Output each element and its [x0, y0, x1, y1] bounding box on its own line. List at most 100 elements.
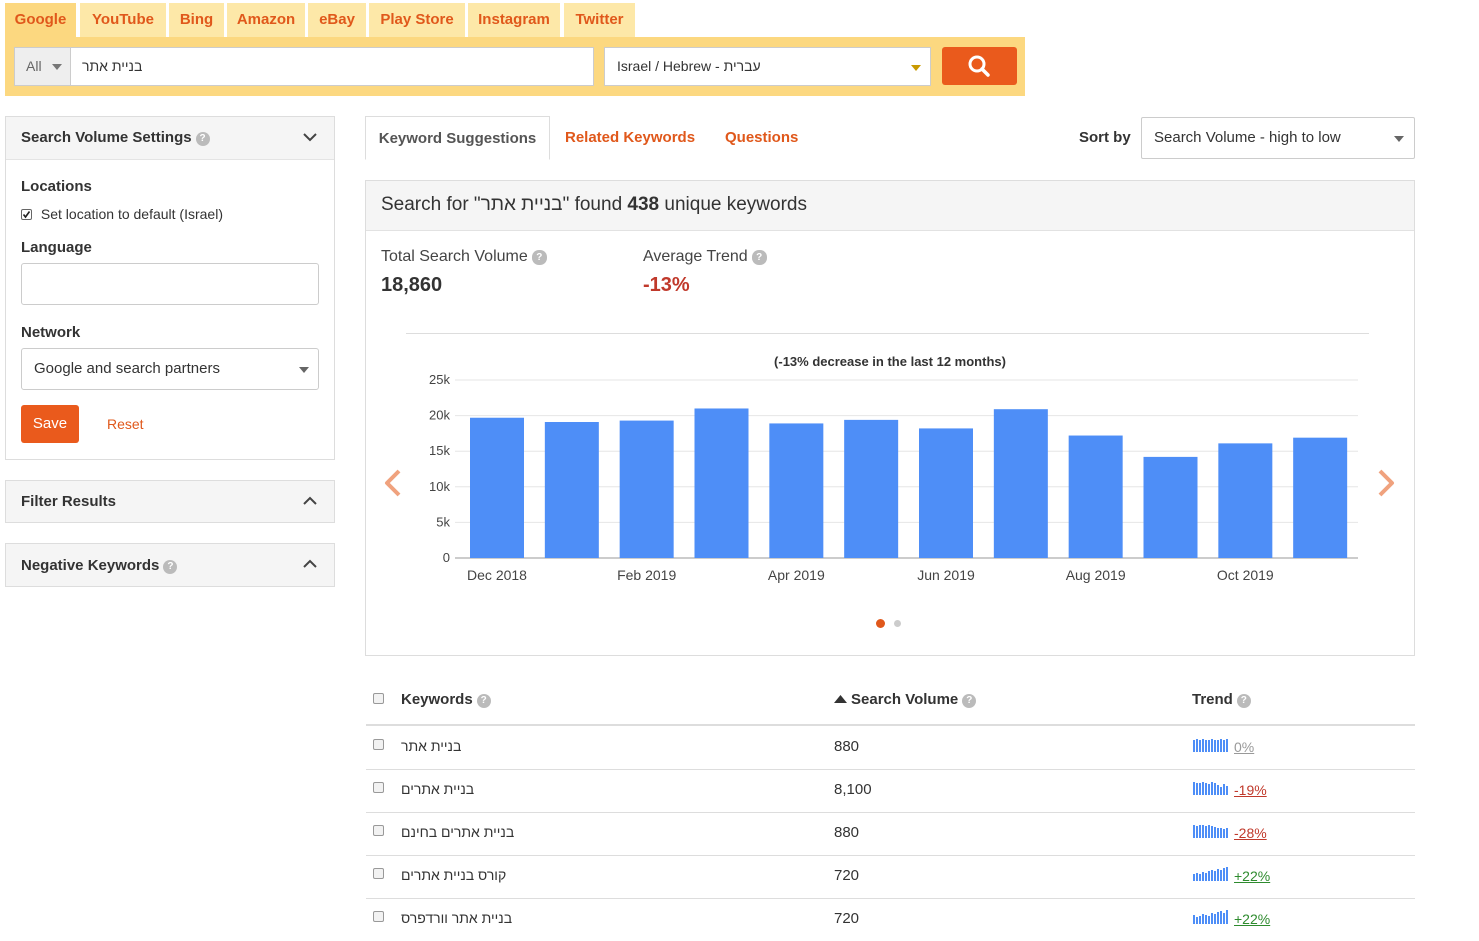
- table-row[interactable]: בניית אתרים 8,100 -19%: [366, 769, 1415, 813]
- chart-bar[interactable]: [993, 409, 1048, 558]
- keywords-column-header[interactable]: Keywords?: [401, 691, 491, 708]
- scope-select[interactable]: All: [14, 47, 71, 86]
- reset-link[interactable]: Reset: [107, 416, 144, 432]
- trend-value[interactable]: +22%: [1234, 911, 1270, 927]
- volume-value: 8,100: [834, 781, 872, 798]
- chart-bar[interactable]: [769, 423, 824, 558]
- keyword-text[interactable]: בניית אתר וורדפרס: [401, 910, 512, 926]
- trend-value[interactable]: 0%: [1234, 739, 1254, 755]
- table-row[interactable]: בניית אתר וורדפרס 720 +22%: [366, 898, 1415, 941]
- engine-tab-bing[interactable]: Bing: [169, 3, 224, 37]
- select-all-checkbox[interactable]: [373, 693, 384, 704]
- help-icon[interactable]: ?: [751, 250, 767, 265]
- language-input[interactable]: [21, 263, 319, 305]
- table-row[interactable]: קורס בניית אתרים 720 +22%: [366, 855, 1415, 899]
- panel-header[interactable]: Negative Keywords?: [6, 544, 334, 586]
- trend-value[interactable]: -19%: [1234, 782, 1267, 798]
- chevron-down-icon: [52, 64, 62, 70]
- row-checkbox[interactable]: [373, 825, 384, 836]
- chart-bar[interactable]: [694, 408, 749, 558]
- sort-select[interactable]: Search Volume - high to low: [1141, 117, 1415, 159]
- default-location-option[interactable]: Set location to default (Israel): [21, 206, 223, 222]
- chevron-down-icon: [299, 367, 309, 373]
- chart-bar[interactable]: [1143, 456, 1198, 558]
- save-button[interactable]: Save: [21, 405, 79, 443]
- chevron-right-icon[interactable]: [1375, 468, 1397, 498]
- chart-bar[interactable]: [544, 422, 599, 558]
- keyword-text[interactable]: בניית אתרים: [401, 781, 474, 797]
- x-tick-label: Dec 2018: [467, 567, 527, 583]
- row-checkbox[interactable]: [373, 868, 384, 879]
- chart-bar[interactable]: [619, 420, 674, 558]
- help-icon[interactable]: ?: [163, 560, 178, 574]
- summary-middle: " found: [562, 194, 628, 215]
- negative-keywords-panel[interactable]: Negative Keywords?: [5, 543, 335, 587]
- help-icon[interactable]: ?: [195, 132, 210, 146]
- chevron-up-icon[interactable]: [303, 559, 317, 569]
- chart-bar[interactable]: [1218, 443, 1273, 558]
- search-input[interactable]: בניית אתר: [70, 47, 594, 86]
- keyword-text[interactable]: בניית אתר: [401, 738, 461, 754]
- locations-label: Locations: [21, 178, 92, 195]
- chevron-up-icon[interactable]: [303, 496, 317, 506]
- trend-value[interactable]: +22%: [1234, 868, 1270, 884]
- keyword-text[interactable]: בניית אתרים בחינם: [401, 824, 514, 840]
- chart-bar[interactable]: [919, 428, 973, 558]
- engine-tab-ebay[interactable]: eBay: [308, 3, 366, 37]
- tab-keyword-suggestions[interactable]: Keyword Suggestions: [365, 116, 550, 160]
- chevron-left-icon[interactable]: [382, 468, 404, 498]
- help-icon[interactable]: ?: [531, 250, 547, 265]
- network-select[interactable]: Google and search partners: [21, 348, 319, 390]
- trend-column-header[interactable]: Trend?: [1192, 691, 1251, 708]
- carousel-dot[interactable]: [894, 620, 901, 627]
- sparkline-icon: [1193, 782, 1228, 795]
- volume-column-header[interactable]: Search Volume?: [834, 691, 977, 708]
- help-icon[interactable]: ?: [476, 694, 491, 708]
- help-icon[interactable]: ?: [1236, 694, 1251, 708]
- engine-tab-amazon[interactable]: Amazon: [227, 3, 305, 37]
- search-button[interactable]: [942, 47, 1017, 85]
- sparkline-bar: [1223, 913, 1225, 924]
- engine-tab-instagram[interactable]: Instagram: [468, 3, 560, 37]
- chevron-down-icon[interactable]: [303, 132, 317, 142]
- panel-header[interactable]: Search Volume Settings?: [6, 117, 334, 160]
- help-icon[interactable]: ?: [962, 694, 977, 708]
- sort-value: Search Volume - high to low: [1154, 129, 1341, 146]
- search-query: בניית אתר: [82, 58, 143, 74]
- filter-results-panel[interactable]: Filter Results: [5, 480, 335, 523]
- chart-y-ticks: 0 5k 10k 15k 20k 25k: [429, 372, 450, 565]
- engine-tab-twitter[interactable]: Twitter: [564, 3, 635, 37]
- table-row[interactable]: בניית אתרים בחינם 880 -28%: [366, 812, 1415, 856]
- volume-value: 880: [834, 738, 860, 755]
- chart-bar[interactable]: [844, 419, 899, 558]
- scope-value: All: [26, 58, 42, 74]
- default-location-checkbox[interactable]: [21, 209, 32, 220]
- row-checkbox[interactable]: [373, 782, 384, 793]
- sparkline-bar: [1193, 740, 1195, 752]
- engine-tab-play-store[interactable]: Play Store: [369, 3, 465, 37]
- chart-bar[interactable]: [1068, 435, 1123, 558]
- sparkline-bar: [1220, 739, 1222, 752]
- row-checkbox[interactable]: [373, 911, 384, 922]
- carousel-dot-active[interactable]: [876, 619, 885, 628]
- location-select[interactable]: Israel / Hebrew - עברית: [604, 47, 931, 86]
- trend-value[interactable]: -28%: [1234, 825, 1267, 841]
- sparkline-bar: [1214, 783, 1216, 795]
- tab-related-keywords[interactable]: Related Keywords: [565, 116, 695, 160]
- chart-bar[interactable]: [1293, 437, 1348, 558]
- summary-suffix: unique keywords: [659, 194, 807, 215]
- total-volume-value: 18,860: [381, 274, 443, 296]
- keyword-text[interactable]: קורס בניית אתרים: [401, 867, 506, 883]
- y-tick-label: 0: [443, 550, 450, 565]
- table-row[interactable]: בניית אתר 880 0%: [366, 726, 1415, 770]
- row-checkbox[interactable]: [373, 739, 384, 750]
- chart-bar[interactable]: [470, 417, 524, 558]
- sparkline-bar: [1208, 871, 1210, 881]
- sparkline-bar: [1193, 915, 1195, 924]
- panel-header[interactable]: Filter Results: [6, 481, 334, 522]
- sparkline-bar: [1217, 912, 1219, 924]
- engine-tab-google[interactable]: Google: [5, 3, 76, 37]
- tab-questions[interactable]: Questions: [725, 116, 798, 160]
- engine-tab-youtube[interactable]: YouTube: [80, 3, 166, 37]
- keywords-header-text: Keywords: [401, 691, 473, 708]
